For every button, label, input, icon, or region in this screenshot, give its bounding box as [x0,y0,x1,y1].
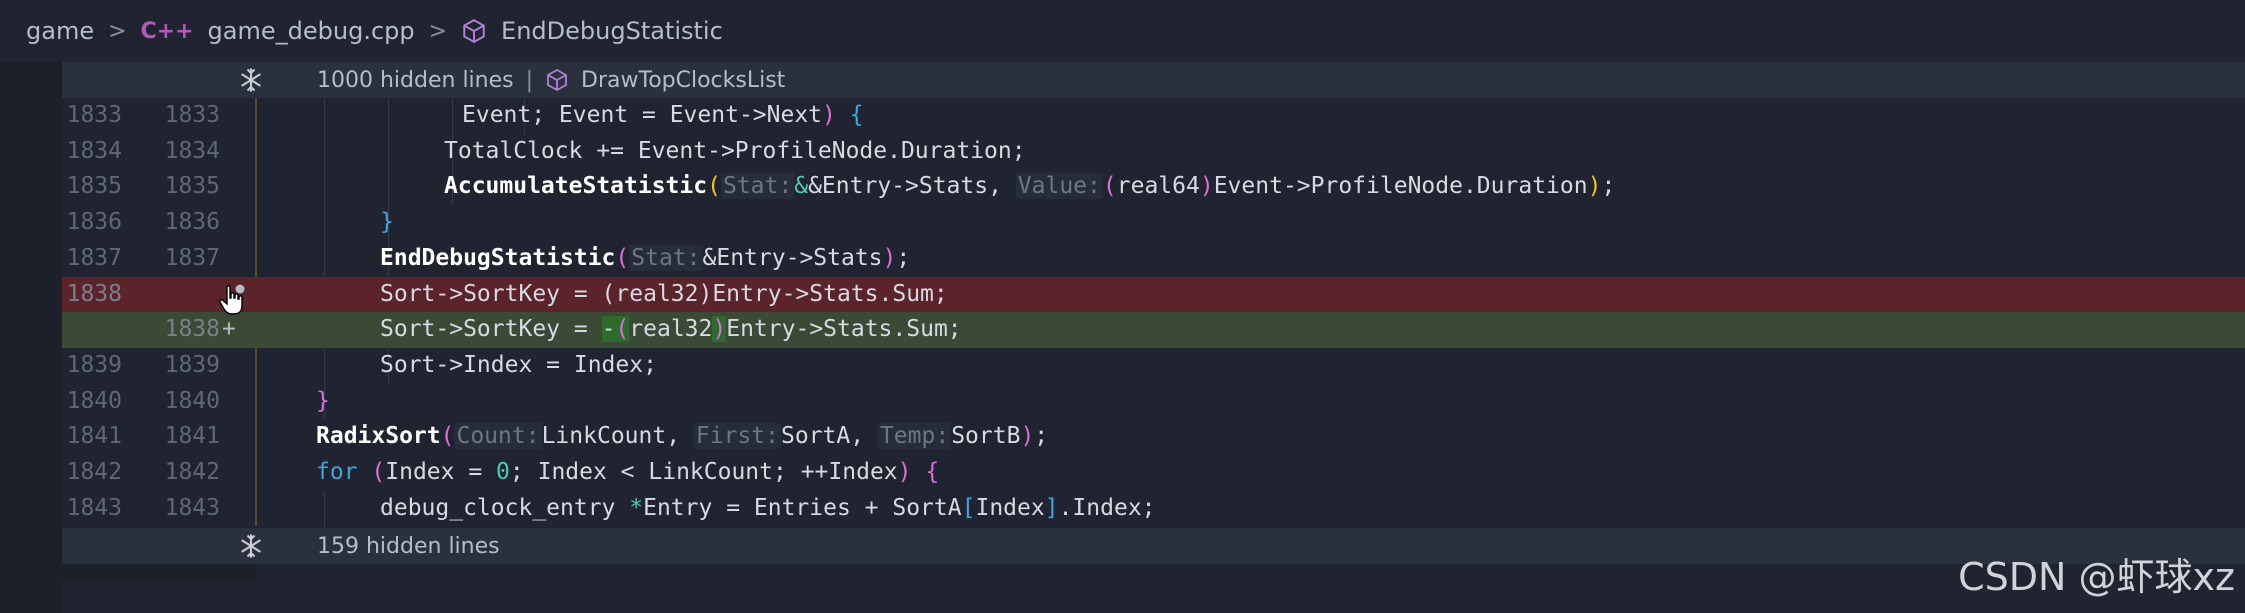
line-number-old: 1837 [66,244,122,271]
code-text: } [316,387,330,414]
line-number-old: 1842 [66,459,122,485]
code-line[interactable]: 1841 1841 RadixSort(Count:LinkCount, Fir… [62,419,2245,455]
diff-editor: 1000 hidden lines | DrawTopClocksList 18… [0,62,2245,613]
inlay-hint: Value: [1015,173,1103,200]
hidden-lines-bar-bottom[interactable]: 159 hidden lines [62,528,2245,564]
breadcrumb-symbol[interactable]: EndDebugStatistic [501,17,723,45]
line-number-old: 1835 [66,173,122,200]
unfold-icon[interactable] [237,532,265,560]
unfold-icon[interactable] [237,66,265,94]
hidden-lines-bar-top[interactable]: 1000 hidden lines | DrawTopClocksList [62,62,2245,98]
line-number-old: 1839 [66,351,122,378]
code-line[interactable]: 1835 1835 AccumulateStatistic(Stat:&&Ent… [62,169,2245,206]
gutter-fill [62,564,256,581]
line-number-old: 1834 [66,137,122,164]
cube-symbol-icon [547,68,567,92]
inlay-hint: Temp: [877,423,952,450]
fold-divider: | [525,67,534,93]
line-number-old: 1843 [66,494,122,521]
code-line[interactable]: 1833 1833 Event; Event = Event->Next) { [62,98,2245,134]
hidden-lines-count[interactable]: 159 hidden lines [317,534,500,559]
breadcrumb-file[interactable]: game_debug.cpp [208,17,415,45]
line-number-new: 1834 [164,137,220,164]
line-number-old: 1836 [66,209,122,236]
inlay-hint: Stat: [720,173,795,200]
code-line[interactable]: 1843 1843 debug_clock_entry *Entry = Ent… [62,490,2245,527]
code-text: debug_clock_entry *Entry = Entries + Sor… [380,494,1156,521]
code-line[interactable]: 1842 1842 for (Index = 0; Index < LinkCo… [62,455,2245,491]
code-text: Sort->Index = Index; [380,351,657,378]
chevron-right-icon: > [108,18,127,44]
line-number-new: 1838 [164,316,220,343]
line-number-new: 1835 [164,173,220,200]
added-line[interactable]: 1838 + Sort->SortKey = -(real32)Entry->S… [62,312,2245,348]
code-line[interactable]: 1837 1837 EndDebugStatistic(Stat:&Entry-… [62,240,2245,277]
line-number-new: 1836 [164,209,220,236]
code-text: EndDebugStatistic(Stat:&Entry->Stats); [380,244,911,271]
line-number-new: 1843 [164,494,220,521]
code-text: RadixSort(Count:LinkCount, First:SortA, … [316,423,1049,450]
code-line[interactable]: 1839 1839 Sort->Index = Index; [62,347,2245,384]
code-text: AccumulateStatistic(Stat:&&Entry->Stats,… [444,173,1616,200]
added-marker: + [222,316,236,343]
code-text: } [380,209,394,236]
line-number-old: 1838 [66,280,122,307]
inlay-hint: First: [693,423,781,450]
breadcrumb: game > C++ game_debug.cpp > EndDebugStat… [0,0,2245,62]
cpp-file-icon: C++ [140,18,194,44]
code-line[interactable]: 1834 1834 TotalClock += Event->ProfileNo… [62,133,2245,170]
code-text: Sort->SortKey = -(real32)Entry->Stats.Su… [380,316,962,343]
line-number-old: 1841 [66,423,122,450]
inlay-hint: Count: [454,423,542,450]
code-text: TotalClock += Event->ProfileNode.Duratio… [444,137,1026,164]
line-number-old: 1833 [66,102,122,128]
code-line[interactable]: 1840 1840 } [62,383,2245,420]
hidden-lines-count[interactable]: 1000 hidden lines [317,68,514,93]
code-text: Event; Event = Event->Next) { [462,102,864,128]
hand-cursor-icon [219,284,245,315]
fold-symbol[interactable]: DrawTopClocksList [581,68,785,93]
code-text: for (Index = 0; Index < LinkCount; ++Ind… [316,459,940,485]
watermark: CSDN @虾球xz [1958,555,2235,599]
line-number-new: 1833 [164,102,220,128]
line-number-new: 1839 [164,351,220,378]
line-number-new: 1842 [164,459,220,485]
line-number-old: 1840 [66,387,122,414]
cube-symbol-icon [463,19,485,43]
chevron-right-icon: > [428,18,448,44]
inlay-hint: Stat: [629,244,703,271]
breadcrumb-folder[interactable]: game [26,17,94,45]
code-line[interactable]: 1836 1836 } [62,205,2245,242]
line-number-new: 1837 [164,244,220,271]
code-text: Sort->SortKey = (real32)Entry->Stats.Sum… [380,280,948,307]
line-number-new: 1840 [164,387,220,414]
left-margin [0,62,62,613]
removed-line[interactable]: 1838 Sort->SortKey = (real32)Entry->Stat… [62,276,2245,313]
line-number-new: 1841 [164,423,220,450]
